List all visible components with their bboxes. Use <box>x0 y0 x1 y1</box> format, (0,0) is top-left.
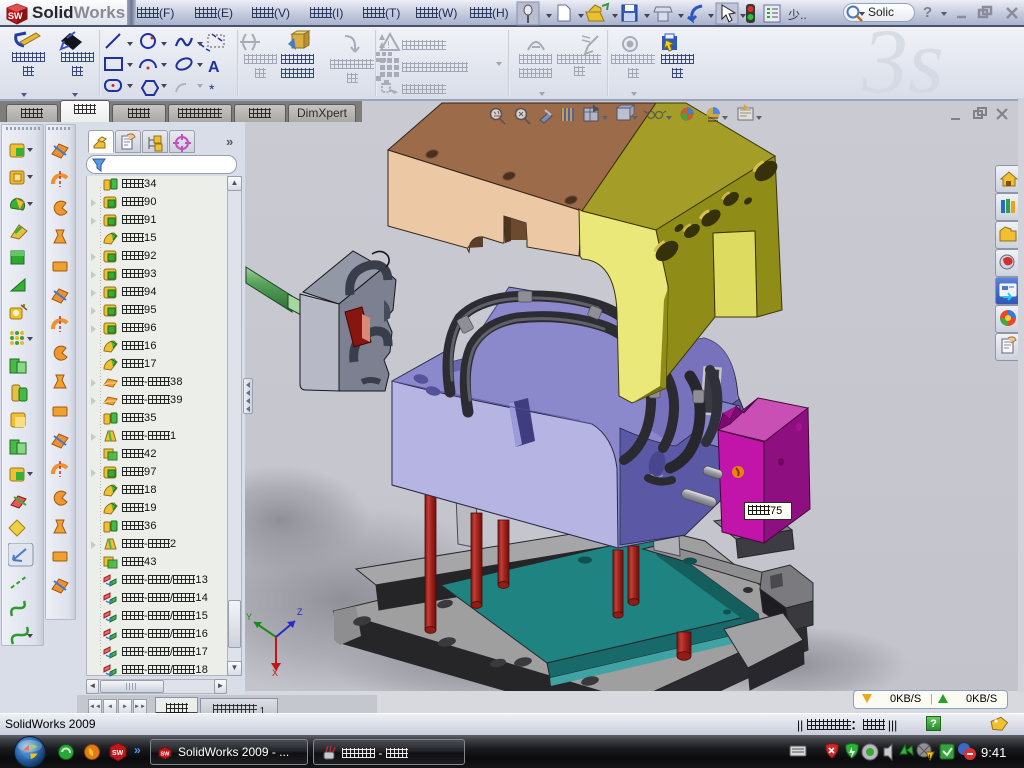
svg-text:SW: SW <box>112 750 124 757</box>
svg-text:SW: SW <box>8 11 23 21</box>
svg-text:X: X <box>272 668 278 678</box>
svg-text:*: * <box>209 81 215 97</box>
svg-text:!: ! <box>387 40 390 51</box>
svg-text:少..: 少.. <box>788 8 807 22</box>
svg-text:»: » <box>134 743 141 757</box>
svg-text:A: A <box>208 59 220 76</box>
svg-text:Z: Z <box>297 607 303 617</box>
svg-text:!: ! <box>929 755 931 761</box>
svg-text:Y: Y <box>246 612 252 622</box>
svg-text:SW: SW <box>161 752 171 758</box>
